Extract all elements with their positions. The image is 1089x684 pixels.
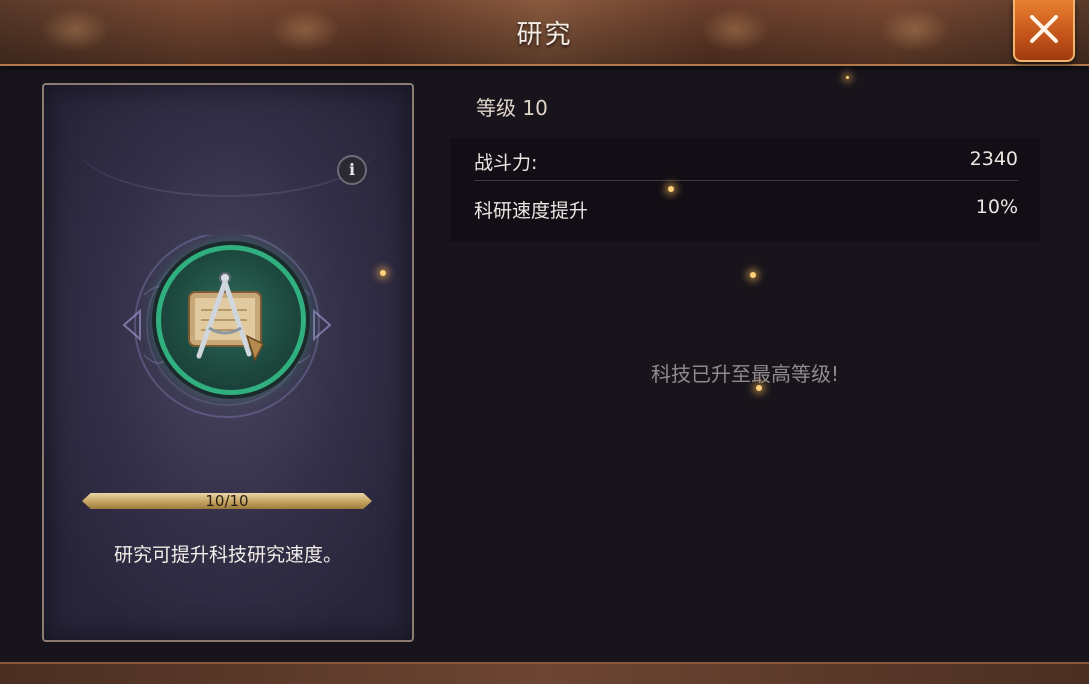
stats-panel: 战斗力: 2340 科研速度提升 10% <box>450 138 1040 242</box>
progress-label: 10/10 <box>205 492 249 510</box>
stat-label: 战斗力: <box>474 152 538 174</box>
stat-value: 2340 <box>969 148 1018 170</box>
compass-parchment-icon <box>188 272 265 362</box>
close-icon <box>1030 15 1058 43</box>
research-medal <box>156 245 306 395</box>
max-level-message: 科技已升至最高等级! <box>650 362 840 386</box>
stat-row-power: 战斗力: 2340 <box>474 138 1018 181</box>
page-title: 研究 <box>516 20 573 50</box>
sparkle-decoration <box>750 272 756 278</box>
info-icon[interactable]: i <box>337 155 367 185</box>
footer-bar <box>0 662 1089 684</box>
sparkle-decoration <box>380 270 386 276</box>
stat-value: 10% <box>975 196 1018 218</box>
sparkle-decoration <box>756 385 762 391</box>
research-description: 研究可提升科技研究速度。 <box>113 544 342 566</box>
level-label: 等级 10 <box>476 96 548 120</box>
stat-row-research-speed: 科研速度提升 10% <box>474 186 1018 228</box>
research-progress-bar: 10/10 <box>82 492 372 510</box>
header-bar: 研究 <box>0 0 1089 66</box>
sparkle-decoration <box>668 186 674 192</box>
close-button[interactable] <box>1013 0 1075 62</box>
stat-label: 科研速度提升 <box>474 200 589 222</box>
sparkle-decoration <box>846 76 849 79</box>
card-arch-decoration <box>74 85 380 197</box>
research-card: i 10/10 研究可提升科技研究速度。 <box>42 83 414 642</box>
